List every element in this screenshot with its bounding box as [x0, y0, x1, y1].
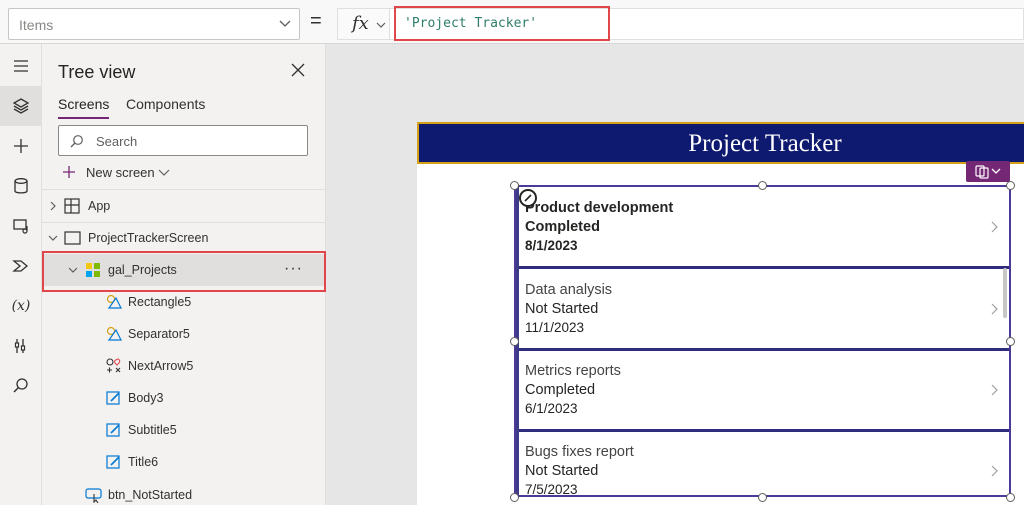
- item-status: Completed: [525, 382, 596, 398]
- layers-icon[interactable]: [0, 86, 42, 126]
- equals-sign: =: [310, 10, 322, 32]
- resize-handle[interactable]: [510, 337, 519, 346]
- button-icon: [85, 488, 102, 503]
- item-date: 6/1/2023: [525, 401, 578, 416]
- tree-node-label: Subtitle5: [128, 423, 177, 437]
- resize-handle[interactable]: [758, 181, 767, 190]
- gallery-highlight-box: [42, 251, 326, 292]
- gallery-options-icon: [975, 165, 1001, 179]
- tree-view-title: Tree view: [58, 62, 136, 82]
- tree-node-label: Separator5: [128, 327, 190, 341]
- chevron-down-icon: [279, 20, 291, 27]
- tree-node-body[interactable]: Body3: [42, 382, 326, 414]
- formula-highlight-box: [394, 6, 610, 41]
- resize-handle[interactable]: [1006, 337, 1015, 346]
- item-status: Not Started: [525, 463, 599, 479]
- tree-search-input[interactable]: Search: [58, 125, 308, 156]
- item-title: Bugs fixes report: [525, 444, 634, 460]
- shape-icon: [106, 326, 122, 341]
- variables-icon[interactable]: (x): [0, 286, 42, 326]
- chevron-down-icon: [48, 235, 58, 241]
- left-rail: (x): [0, 44, 42, 505]
- gallery-item[interactable]: Bugs fixes report Not Started 7/5/2023: [516, 431, 1009, 497]
- tree-node-label: NextArrow5: [128, 359, 194, 373]
- plus-icon: [63, 166, 75, 178]
- edit-text-icon: [106, 391, 120, 405]
- header-bar: Project Tracker: [417, 122, 1024, 164]
- property-value: Items: [19, 17, 54, 33]
- edit-text-icon: [106, 455, 120, 469]
- item-title: Product development: [525, 200, 674, 216]
- header-title: Project Tracker: [688, 130, 842, 157]
- item-date: 8/1/2023: [525, 238, 578, 253]
- new-screen-label: New screen: [86, 165, 155, 180]
- tree-node-app[interactable]: App: [42, 190, 326, 222]
- tree-node-label: Rectangle5: [128, 295, 192, 309]
- chevron-right-icon[interactable]: [990, 383, 1000, 397]
- edit-text-icon: [106, 423, 120, 437]
- media-icon[interactable]: [0, 206, 42, 246]
- tree-node-label: ProjectTrackerScreen: [88, 231, 209, 245]
- tools-icon[interactable]: [0, 326, 42, 366]
- tree-node-label: Title6: [128, 455, 159, 469]
- tree-node-button[interactable]: btn_NotStarted: [42, 479, 326, 511]
- item-date: 7/5/2023: [525, 482, 578, 497]
- edit-template-icon[interactable]: [519, 189, 537, 207]
- gallery-item[interactable]: Metrics reports Completed 6/1/2023: [516, 350, 1009, 432]
- screen-icon: [64, 231, 81, 245]
- icons-icon: [106, 358, 121, 373]
- resize-handle[interactable]: [510, 493, 519, 502]
- chevron-right-icon[interactable]: [990, 302, 1000, 316]
- chevron-right-icon[interactable]: [990, 220, 1000, 234]
- tab-screens[interactable]: Screens: [58, 96, 110, 119]
- fx-button[interactable]: fx: [337, 8, 389, 40]
- resize-handle[interactable]: [1006, 493, 1015, 502]
- app-icon: [64, 198, 80, 214]
- resize-handle[interactable]: [510, 181, 519, 190]
- chevron-down-icon: [158, 169, 170, 176]
- shape-icon: [106, 294, 122, 309]
- item-date: 11/1/2023: [525, 320, 585, 335]
- tab-components[interactable]: Components: [126, 96, 205, 112]
- database-icon[interactable]: [0, 166, 42, 206]
- fx-label: fx: [352, 13, 369, 34]
- formula-bar: Items = fx 'Project Tracker': [0, 0, 1024, 44]
- tree-node-label: App: [88, 199, 111, 213]
- plus-icon[interactable]: [0, 126, 42, 166]
- gallery-item[interactable]: Data analysis Not Started 11/1/2023: [516, 269, 1009, 351]
- tree-node-label: Body3: [128, 391, 164, 405]
- project-gallery[interactable]: Product development Completed 8/1/2023 D…: [514, 185, 1011, 497]
- resize-handle[interactable]: [1006, 181, 1015, 190]
- search-icon: [70, 135, 83, 148]
- item-status: Completed: [525, 219, 600, 235]
- tree-node-title[interactable]: Title6: [42, 446, 326, 478]
- property-dropdown[interactable]: Items: [8, 8, 300, 40]
- gallery-item[interactable]: Product development Completed 8/1/2023: [516, 187, 1009, 269]
- chevron-right-icon: [50, 201, 56, 211]
- tree-node-subtitle[interactable]: Subtitle5: [42, 414, 326, 446]
- hamburger-icon[interactable]: [0, 46, 42, 86]
- search-placeholder: Search: [96, 134, 138, 149]
- item-status: Not Started: [525, 301, 599, 317]
- tree-node-screen[interactable]: ProjectTrackerScreen: [42, 222, 326, 254]
- gallery-edit-badge[interactable]: [966, 161, 1010, 182]
- resize-handle[interactable]: [758, 493, 767, 502]
- tree-node-nextarrow[interactable]: NextArrow5: [42, 350, 326, 382]
- item-title: Metrics reports: [525, 363, 621, 379]
- gallery-scrollbar[interactable]: [1003, 268, 1007, 318]
- close-icon[interactable]: [290, 62, 306, 78]
- tree-node-separator[interactable]: Separator5: [42, 318, 326, 350]
- item-title: Data analysis: [525, 282, 613, 298]
- tree-node-label: btn_NotStarted: [108, 488, 193, 502]
- chevron-down-icon: [376, 22, 386, 28]
- search-icon[interactable]: [0, 366, 42, 406]
- chevron-right-icon[interactable]: [990, 464, 1000, 478]
- power-automate-icon[interactable]: [0, 246, 42, 286]
